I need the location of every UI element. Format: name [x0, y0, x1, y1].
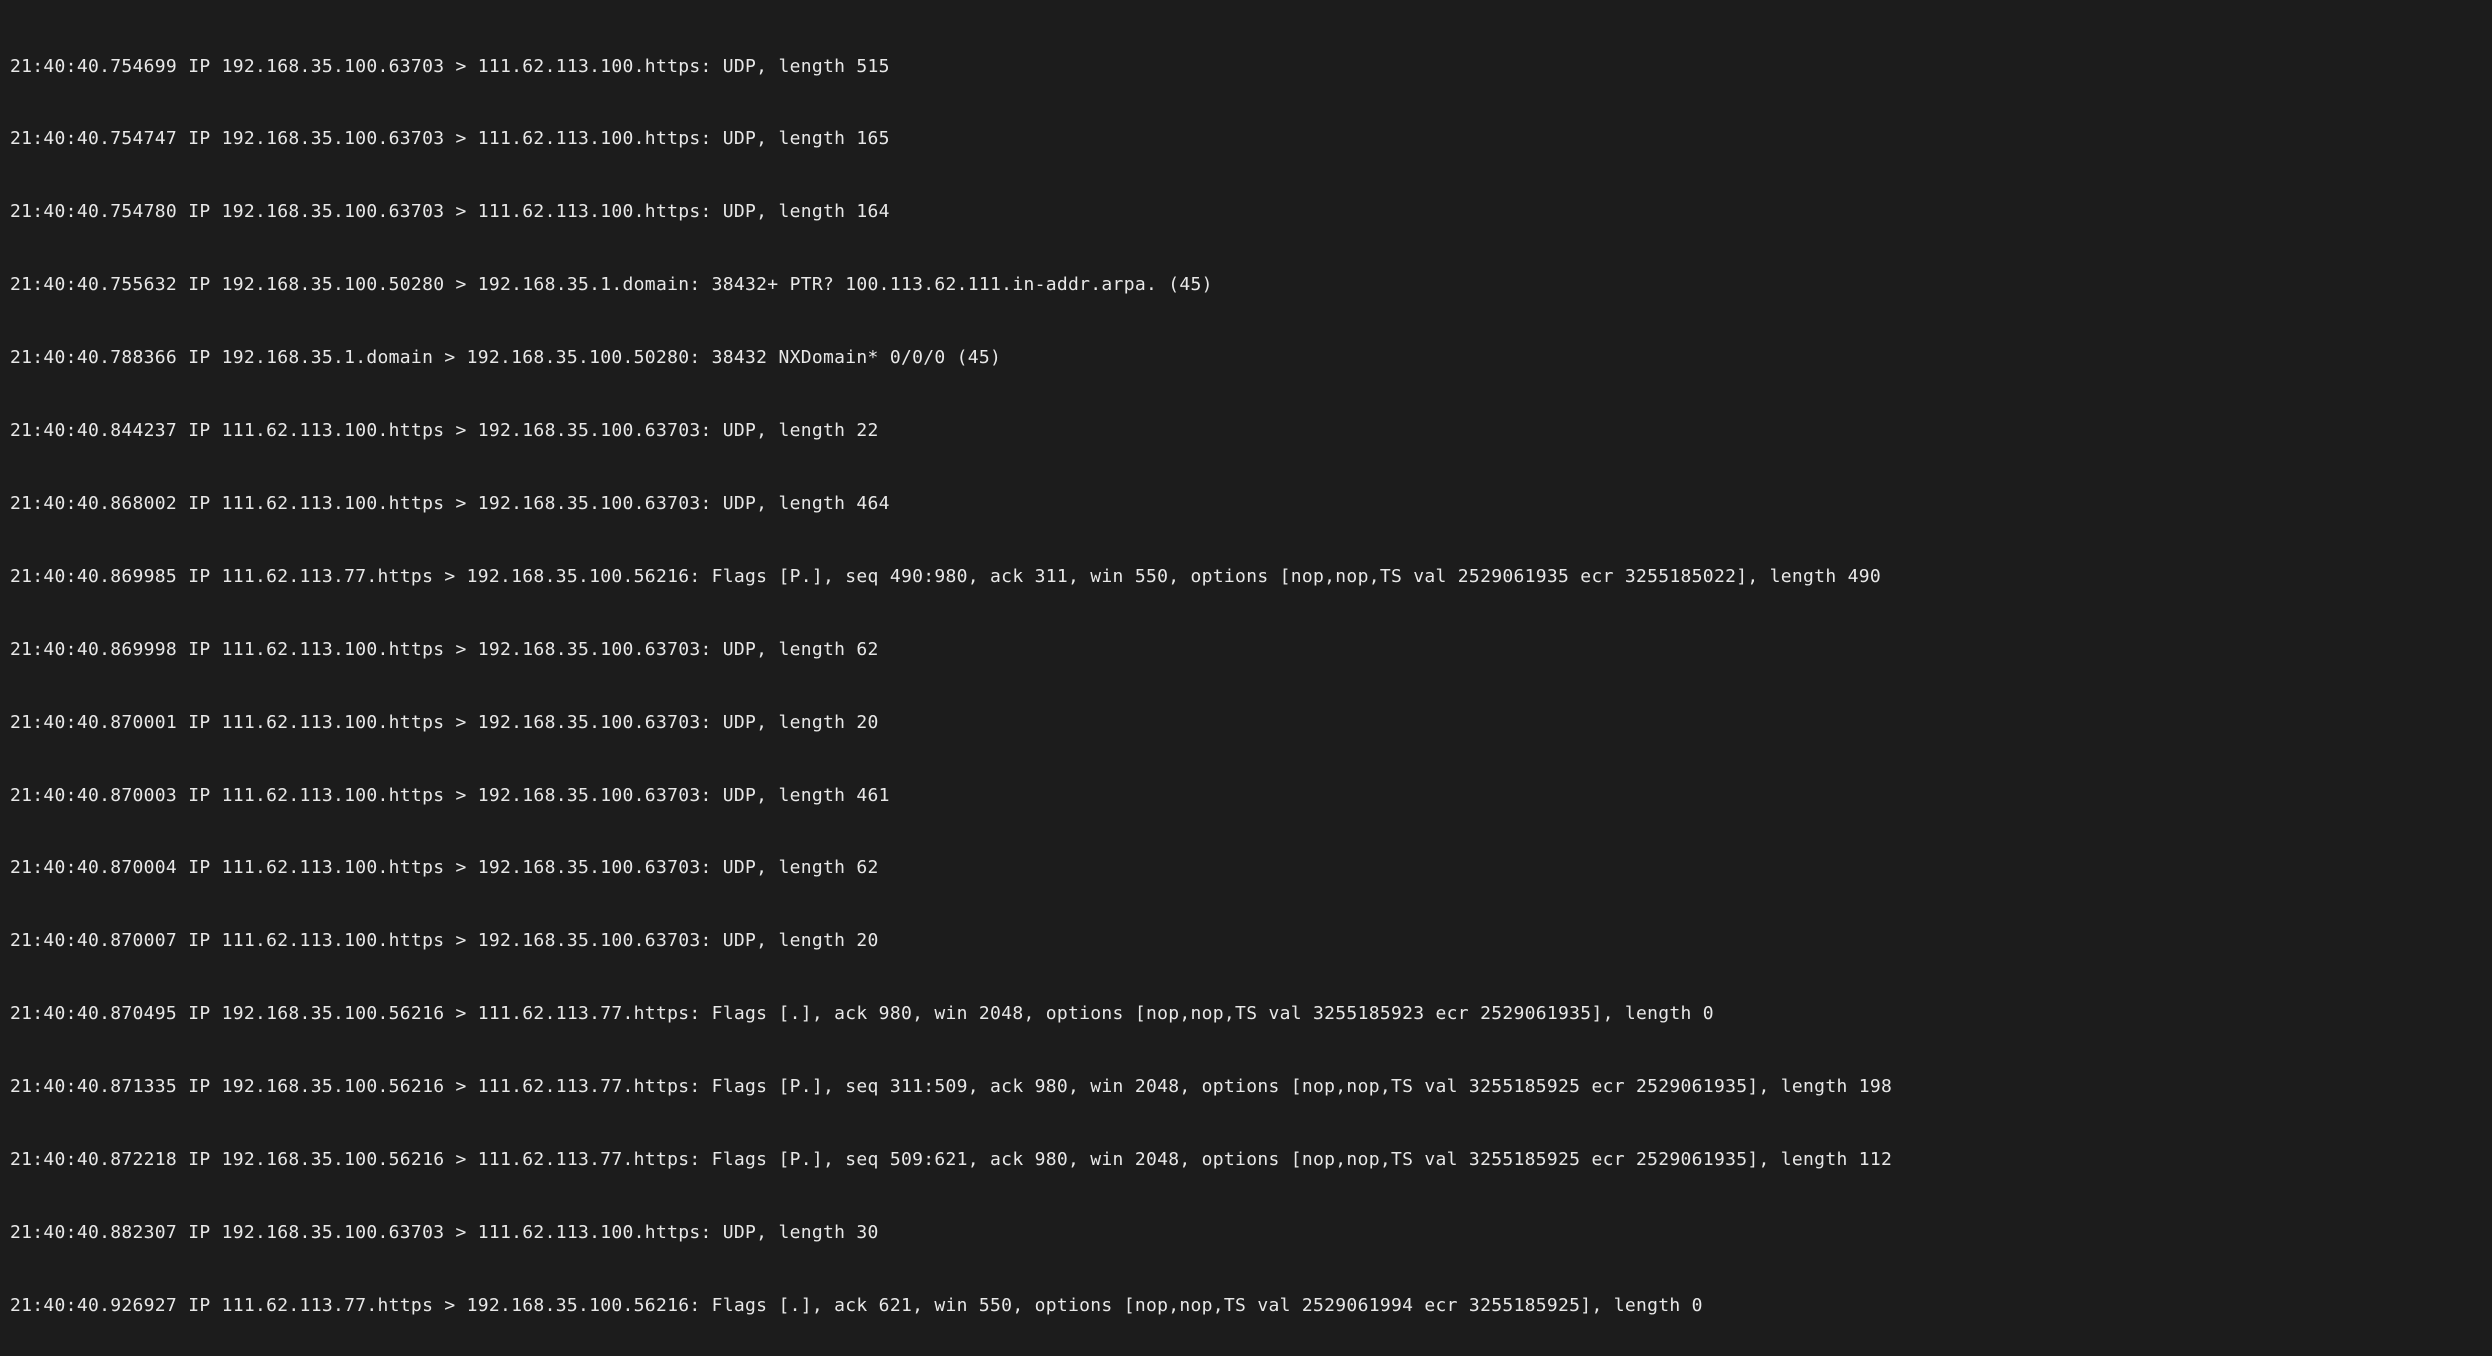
tcpdump-line: 21:40:40.754699 IP 192.168.35.100.63703 …	[10, 55, 2482, 79]
tcpdump-line: 21:40:40.926927 IP 111.62.113.77.https >…	[10, 1294, 2482, 1318]
terminal-output: 21:40:40.754699 IP 192.168.35.100.63703 …	[0, 0, 2492, 1356]
tcpdump-line: 21:40:40.870004 IP 111.62.113.100.https …	[10, 856, 2482, 880]
tcpdump-line: 21:40:40.788366 IP 192.168.35.1.domain >…	[10, 346, 2482, 370]
tcpdump-line: 21:40:40.870495 IP 192.168.35.100.56216 …	[10, 1002, 2482, 1026]
tcpdump-line: 21:40:40.754747 IP 192.168.35.100.63703 …	[10, 127, 2482, 151]
tcpdump-line: 21:40:40.882307 IP 192.168.35.100.63703 …	[10, 1221, 2482, 1245]
tcpdump-line: 21:40:40.872218 IP 192.168.35.100.56216 …	[10, 1148, 2482, 1172]
tcpdump-line: 21:40:40.869985 IP 111.62.113.77.https >…	[10, 565, 2482, 589]
tcpdump-line: 21:40:40.868002 IP 111.62.113.100.https …	[10, 492, 2482, 516]
tcpdump-line: 21:40:40.755632 IP 192.168.35.100.50280 …	[10, 273, 2482, 297]
tcpdump-line: 21:40:40.870003 IP 111.62.113.100.https …	[10, 784, 2482, 808]
tcpdump-line: 21:40:40.754780 IP 192.168.35.100.63703 …	[10, 200, 2482, 224]
tcpdump-line: 21:40:40.869998 IP 111.62.113.100.https …	[10, 638, 2482, 662]
tcpdump-line: 21:40:40.870001 IP 111.62.113.100.https …	[10, 711, 2482, 735]
tcpdump-line: 21:40:40.844237 IP 111.62.113.100.https …	[10, 419, 2482, 443]
tcpdump-line: 21:40:40.870007 IP 111.62.113.100.https …	[10, 929, 2482, 953]
tcpdump-line: 21:40:40.871335 IP 192.168.35.100.56216 …	[10, 1075, 2482, 1099]
